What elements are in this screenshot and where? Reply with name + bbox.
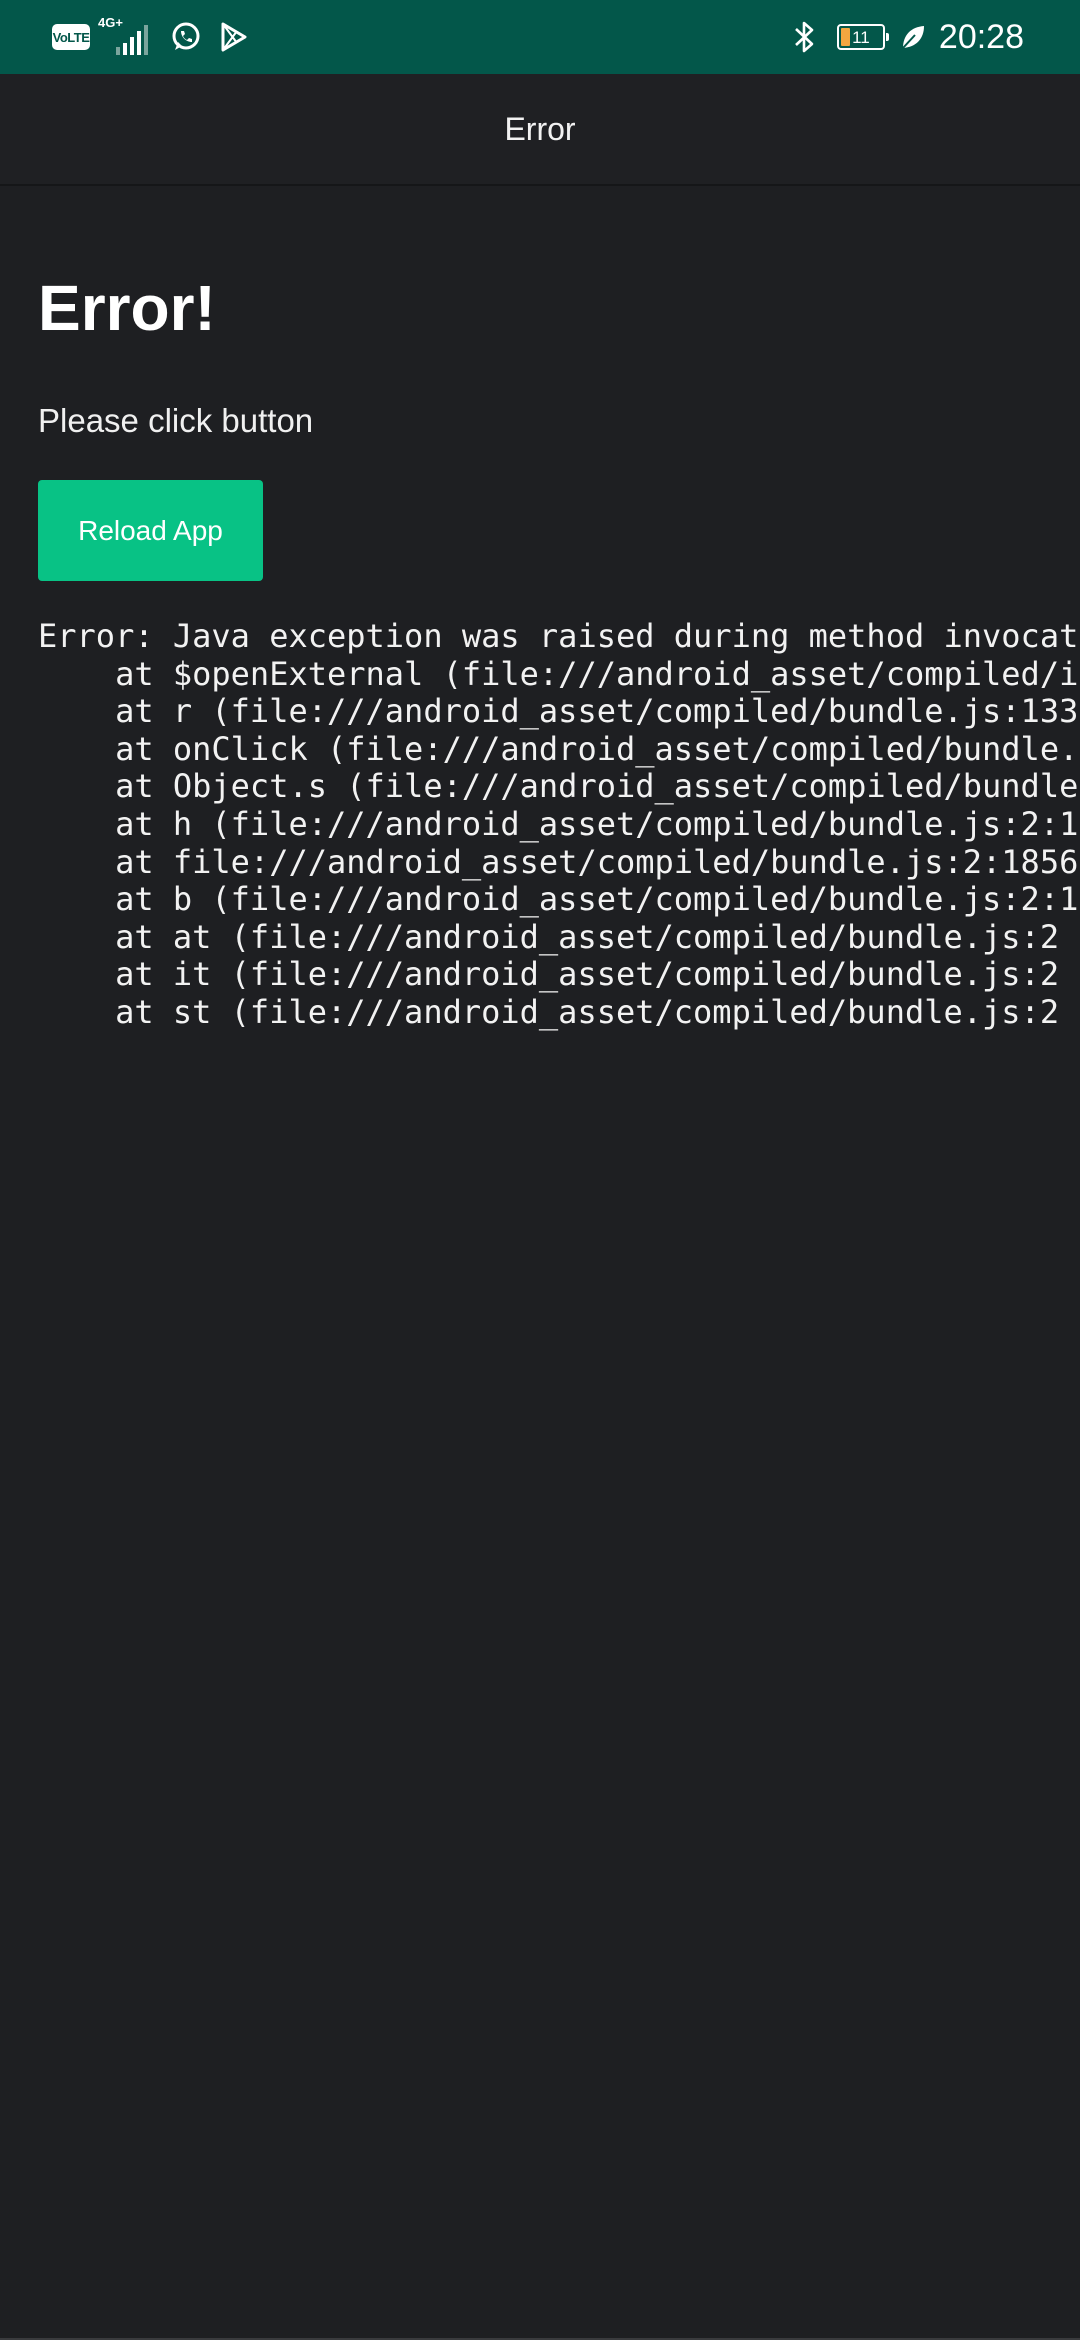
stack-trace-line: at onClick (file:///android_asset/compil… <box>38 730 1079 768</box>
app-header: Error <box>0 74 1080 186</box>
stack-trace-line: Error: Java exception was raised during … <box>38 618 1079 655</box>
signal-icon: 4G+ <box>98 15 158 57</box>
status-bar-right: 11 20:28 <box>787 14 1024 60</box>
error-message: Please click button <box>38 402 314 439</box>
stack-trace-line: at Object.s (file:///android_asset/compi… <box>38 768 1079 806</box>
stack-trace-line: at file:///android_asset/compiled/bundle… <box>38 843 1079 881</box>
stack-trace-line: at h (file:///android_asset/compiled/bun… <box>38 805 1079 843</box>
stack-trace-line: at at (file:///android_asset/compiled/bu… <box>38 918 1060 956</box>
reload-app-button[interactable]: Reload App <box>38 480 263 581</box>
status-bar-left: VoLTE 4G+ <box>52 15 264 57</box>
leaf-icon <box>895 19 931 55</box>
stack-trace-line: at it (file:///android_asset/compiled/bu… <box>38 956 1060 994</box>
bluetooth-icon <box>787 19 823 55</box>
status-bar: VoLTE 4G+ 11 20:28 <box>0 0 1080 74</box>
stack-trace-line: at st (file:///android_asset/compiled/bu… <box>38 993 1060 1031</box>
stack-trace-line: at r (file:///android_asset/compiled/bun… <box>38 693 1079 731</box>
header-title: Error <box>504 110 576 147</box>
play-store-icon <box>216 19 252 55</box>
stack-trace: Error: Java exception was raised during … <box>38 618 1080 1032</box>
volte-icon: VoLTE <box>52 24 90 50</box>
signal-bars <box>116 25 148 55</box>
stack-trace-line: at $openExternal (file:///android_asset/… <box>38 655 1079 693</box>
battery-icon: 11 <box>836 24 889 50</box>
status-clock: 20:28 <box>938 17 1024 56</box>
stack-trace-line: at b (file:///android_asset/compiled/bun… <box>38 881 1079 919</box>
whatsapp-icon <box>168 19 204 55</box>
error-title: Error! <box>38 272 216 344</box>
battery-level: 11 <box>852 27 870 47</box>
